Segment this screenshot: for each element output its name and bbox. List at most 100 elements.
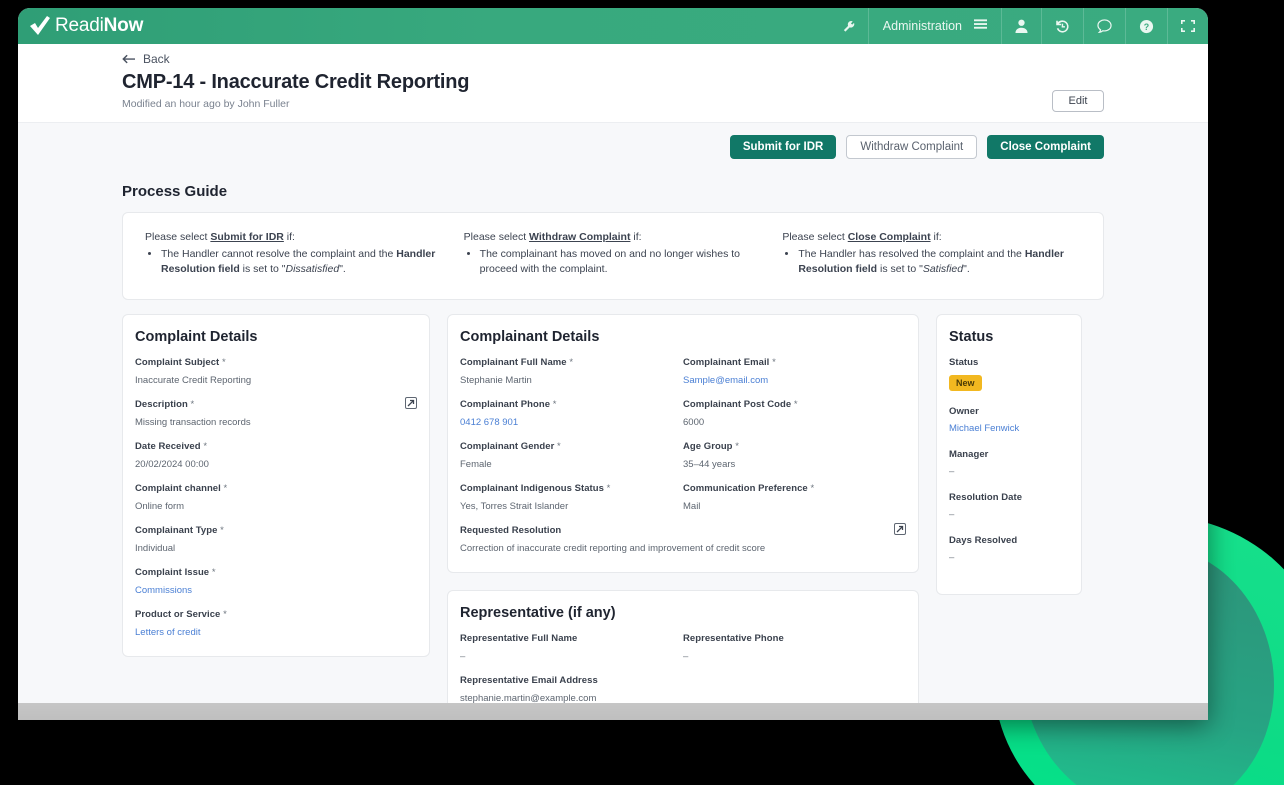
guide-bullet-text-5: ".: [963, 263, 970, 275]
page-title: CMP-14 - Inaccurate Credit Reporting: [122, 71, 1104, 94]
label-text: Product or Service: [135, 609, 220, 620]
label-text: Representative Phone: [683, 633, 784, 644]
field-value: Mail: [683, 501, 906, 512]
guide-lead-prefix: Please select: [464, 231, 529, 243]
field-status: Status New: [949, 357, 1069, 391]
expand-popout-icon[interactable]: [405, 397, 417, 409]
detail-panels: Complaint Details Complaint Subject * In…: [122, 314, 1104, 720]
field-label: Description *: [135, 399, 417, 410]
required-marker: *: [224, 483, 228, 494]
readinow-logo[interactable]: ReadiNow: [28, 15, 143, 37]
field-value: Inaccurate Credit Reporting: [135, 375, 417, 386]
history-icon[interactable]: [1041, 8, 1083, 44]
close-complaint-button[interactable]: Close Complaint: [987, 135, 1104, 159]
field-value-link[interactable]: 0412 678 901: [460, 417, 683, 428]
field-label: Representative Phone: [683, 633, 906, 644]
complainant-details-card: Complainant Details Complainant Full Nam…: [447, 314, 919, 573]
field-label: Complainant Phone *: [460, 399, 683, 410]
withdraw-complaint-button[interactable]: Withdraw Complaint: [846, 135, 977, 159]
field-label: Complainant Full Name *: [460, 357, 683, 368]
field-complaint-subject: Complaint Subject * Inaccurate Credit Re…: [135, 357, 417, 386]
complainant-row-2: Complainant Phone * 0412 678 901 Complai…: [460, 399, 906, 441]
field-value-link[interactable]: Letters of credit: [135, 627, 417, 638]
field-label: Owner: [949, 406, 1069, 417]
administration-menu[interactable]: Administration: [868, 8, 1001, 44]
field-representative-full-name: Representative Full Name –: [460, 633, 683, 662]
required-marker: *: [203, 441, 207, 452]
action-button-row: Submit for IDR Withdraw Complaint Close …: [18, 123, 1208, 169]
guide-lead-link: Withdraw Complaint: [529, 231, 630, 243]
field-value: Yes, Torres Strait Islander: [460, 501, 683, 512]
label-text: Complaint channel: [135, 483, 221, 494]
app-window: ReadiNow Administration: [18, 8, 1208, 720]
wrench-icon[interactable]: [829, 8, 868, 44]
field-label: Complainant Post Code *: [683, 399, 906, 410]
guide-bullet-text-4: Satisfied: [923, 263, 963, 275]
complainant-details-title: Complainant Details: [460, 329, 906, 345]
field-value: Individual: [135, 543, 417, 554]
field-label: Complaint Subject *: [135, 357, 417, 368]
field-value-link[interactable]: Michael Fenwick: [949, 423, 1069, 434]
field-value: 35–44 years: [683, 459, 906, 470]
guide-bullet-text-1: The Handler cannot resolve the complaint…: [161, 248, 396, 260]
guide-bullet-text-1: The complainant has moved on and no long…: [480, 248, 740, 275]
guide-lead-submit: Please select Submit for IDR if:: [145, 231, 444, 243]
process-guide-title: Process Guide: [122, 183, 1104, 200]
fullscreen-icon[interactable]: [1167, 8, 1208, 44]
field-resolution-date: Resolution Date –: [949, 492, 1069, 520]
top-nav-actions: Administration ?: [829, 8, 1208, 44]
field-label: Manager: [949, 449, 1069, 460]
required-marker: *: [794, 399, 798, 410]
field-label: Representative Full Name: [460, 633, 683, 644]
status-card: Status Status New Owner Michael Fenwick …: [936, 314, 1082, 595]
edit-button[interactable]: Edit: [1052, 90, 1104, 112]
field-value-link[interactable]: Sample@email.com: [683, 375, 906, 386]
field-label: Complainant Indigenous Status *: [460, 483, 683, 494]
required-marker: *: [220, 525, 224, 536]
user-icon[interactable]: [1001, 8, 1041, 44]
required-marker: *: [772, 357, 776, 368]
guide-bullet-withdraw: The complainant has moved on and no long…: [480, 247, 763, 277]
label-text: Complaint Subject: [135, 357, 219, 368]
required-marker: *: [607, 483, 611, 494]
field-value: Correction of inaccurate credit reportin…: [460, 543, 906, 554]
label-text: Requested Resolution: [460, 525, 561, 536]
chat-bubble-icon[interactable]: [1083, 8, 1125, 44]
process-guide-card: Please select Submit for IDR if: The Han…: [122, 212, 1104, 300]
field-owner: Owner Michael Fenwick: [949, 406, 1069, 434]
label-text: Complaint Issue: [135, 567, 209, 578]
guide-lead-withdraw: Please select Withdraw Complaint if:: [464, 231, 763, 243]
hamburger-menu-icon: [974, 19, 987, 33]
field-description: Description * Missing transaction record…: [135, 399, 417, 428]
expand-popout-icon[interactable]: [894, 523, 906, 535]
process-guide-column-withdraw: Please select Withdraw Complaint if: The…: [454, 231, 773, 277]
field-label: Complainant Email *: [683, 357, 906, 368]
label-text: Complainant Type: [135, 525, 217, 536]
guide-bullet-close: The Handler has resolved the complaint a…: [798, 247, 1081, 277]
guide-bullet-text-1: The Handler has resolved the complaint a…: [798, 248, 1024, 260]
brand-light: Readi: [55, 15, 104, 36]
label-text: Age Group: [683, 441, 733, 452]
field-value: –: [949, 552, 1069, 563]
field-label: Product or Service *: [135, 609, 417, 620]
back-button[interactable]: Back: [122, 52, 1104, 66]
page-header: Back CMP-14 - Inaccurate Credit Reportin…: [18, 44, 1208, 123]
page-content: Process Guide Please select Submit for I…: [18, 183, 1208, 720]
field-label: Complainant Type *: [135, 525, 417, 536]
field-complainant-full-name: Complainant Full Name * Stephanie Martin: [460, 357, 683, 386]
field-value: 6000: [683, 417, 906, 428]
complainant-row-3: Complainant Gender * Female Age Group * …: [460, 441, 906, 483]
field-complainant-gender: Complainant Gender * Female: [460, 441, 683, 470]
field-value: –: [683, 651, 906, 662]
label-text: Representative Email Address: [460, 675, 598, 686]
guide-bullet-text-4: Dissatisfied: [286, 263, 340, 275]
field-complainant-phone: Complainant Phone * 0412 678 901: [460, 399, 683, 428]
submit-for-idr-button[interactable]: Submit for IDR: [730, 135, 837, 159]
field-value: –: [460, 651, 683, 662]
field-date-received: Date Received * 20/02/2024 00:00: [135, 441, 417, 470]
help-circle-icon[interactable]: ?: [1125, 8, 1167, 44]
guide-lead-link: Submit for IDR: [210, 231, 284, 243]
field-value: Stephanie Martin: [460, 375, 683, 386]
field-value-link[interactable]: Commissions: [135, 585, 417, 596]
status-badge: New: [949, 375, 982, 391]
